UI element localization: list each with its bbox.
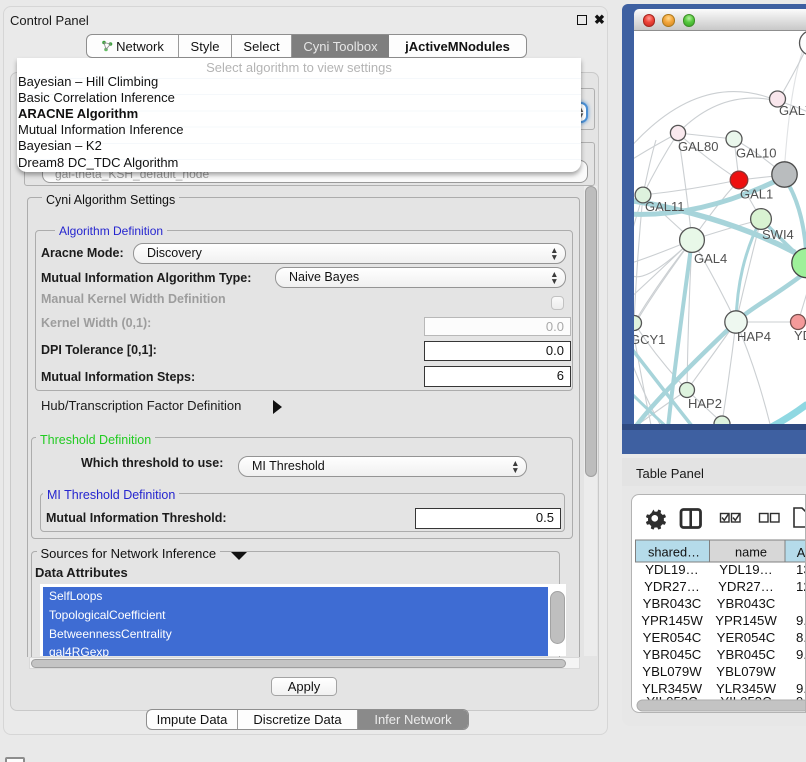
svg-text:12.: 12.: [796, 579, 806, 594]
svg-text:YD: YD: [794, 328, 806, 343]
svg-text:YER054C: YER054C: [717, 630, 776, 645]
svg-text:YDL19…: YDL19…: [719, 562, 773, 577]
svg-text:GAL10: GAL10: [736, 146, 776, 161]
svg-text:YER054C: YER054C: [643, 630, 702, 645]
svg-text:HAP2: HAP2: [688, 396, 722, 411]
svg-text:shared…: shared…: [648, 545, 700, 560]
svg-text:YDR27…: YDR27…: [718, 579, 774, 594]
svg-text:name: name: [735, 545, 767, 560]
svg-text:GAL1: GAL1: [740, 187, 773, 202]
svg-text:YPR145W: YPR145W: [715, 613, 777, 628]
svg-text:YBL079W: YBL079W: [716, 664, 776, 679]
svg-text:YDR27…: YDR27…: [644, 579, 700, 594]
svg-text:GAL4: GAL4: [694, 251, 727, 266]
svg-text:HAP4: HAP4: [737, 329, 771, 344]
svg-text:GCY1: GCY1: [634, 332, 665, 347]
svg-text:YBR045C: YBR045C: [717, 647, 776, 662]
svg-text:YPR145W: YPR145W: [641, 613, 703, 628]
svg-text:YBR043C: YBR043C: [717, 596, 776, 611]
svg-text:YBR045C: YBR045C: [643, 647, 702, 662]
svg-text:9.: 9.: [796, 613, 806, 628]
svg-text:A: A: [797, 545, 806, 560]
svg-text:YBR043C: YBR043C: [643, 596, 702, 611]
svg-text:GAL80: GAL80: [678, 139, 718, 154]
svg-text:GAL7: GAL7: [779, 103, 806, 118]
svg-text:YBL079W: YBL079W: [642, 664, 702, 679]
svg-text:GAL11: GAL11: [645, 199, 685, 214]
svg-text:YDL19…: YDL19…: [645, 562, 699, 577]
svg-text:13: 13: [796, 562, 806, 577]
svg-text:SWI4: SWI4: [762, 227, 794, 242]
svg-text:8.: 8.: [796, 630, 806, 645]
svg-text:9.: 9.: [796, 647, 806, 662]
